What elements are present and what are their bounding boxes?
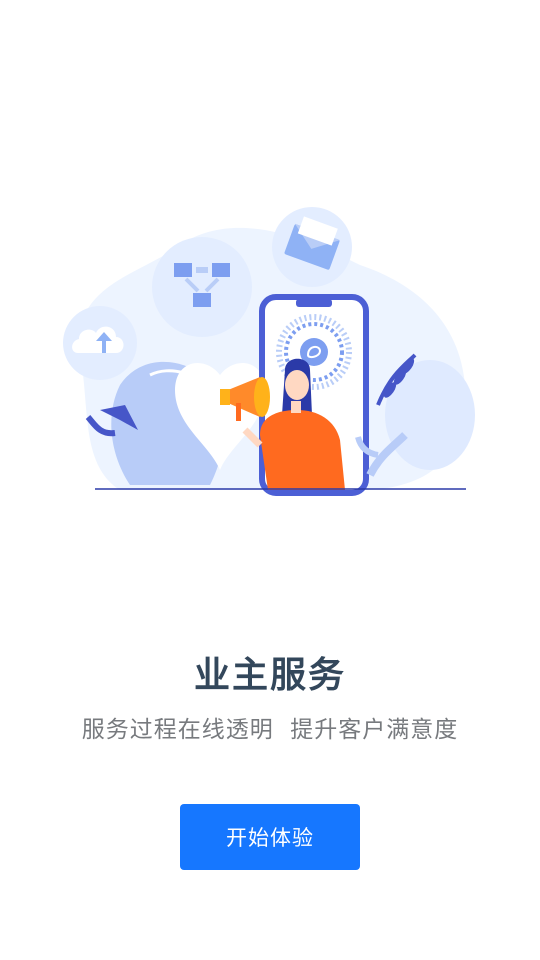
page-title: 业主服务 xyxy=(193,655,346,696)
envelope-icon xyxy=(272,207,352,287)
start-experience-button[interactable]: 开始体验 xyxy=(180,804,360,870)
flowchart-icon xyxy=(152,237,252,337)
onboarding-screen: 业主服务 服务过程在线透明 提升客户满意度 开始体验 xyxy=(0,0,540,960)
page-subtitle: 服务过程在线透明 提升客户满意度 xyxy=(81,717,459,743)
hero-illustration xyxy=(63,207,475,496)
cloud-upload-icon xyxy=(63,306,137,380)
